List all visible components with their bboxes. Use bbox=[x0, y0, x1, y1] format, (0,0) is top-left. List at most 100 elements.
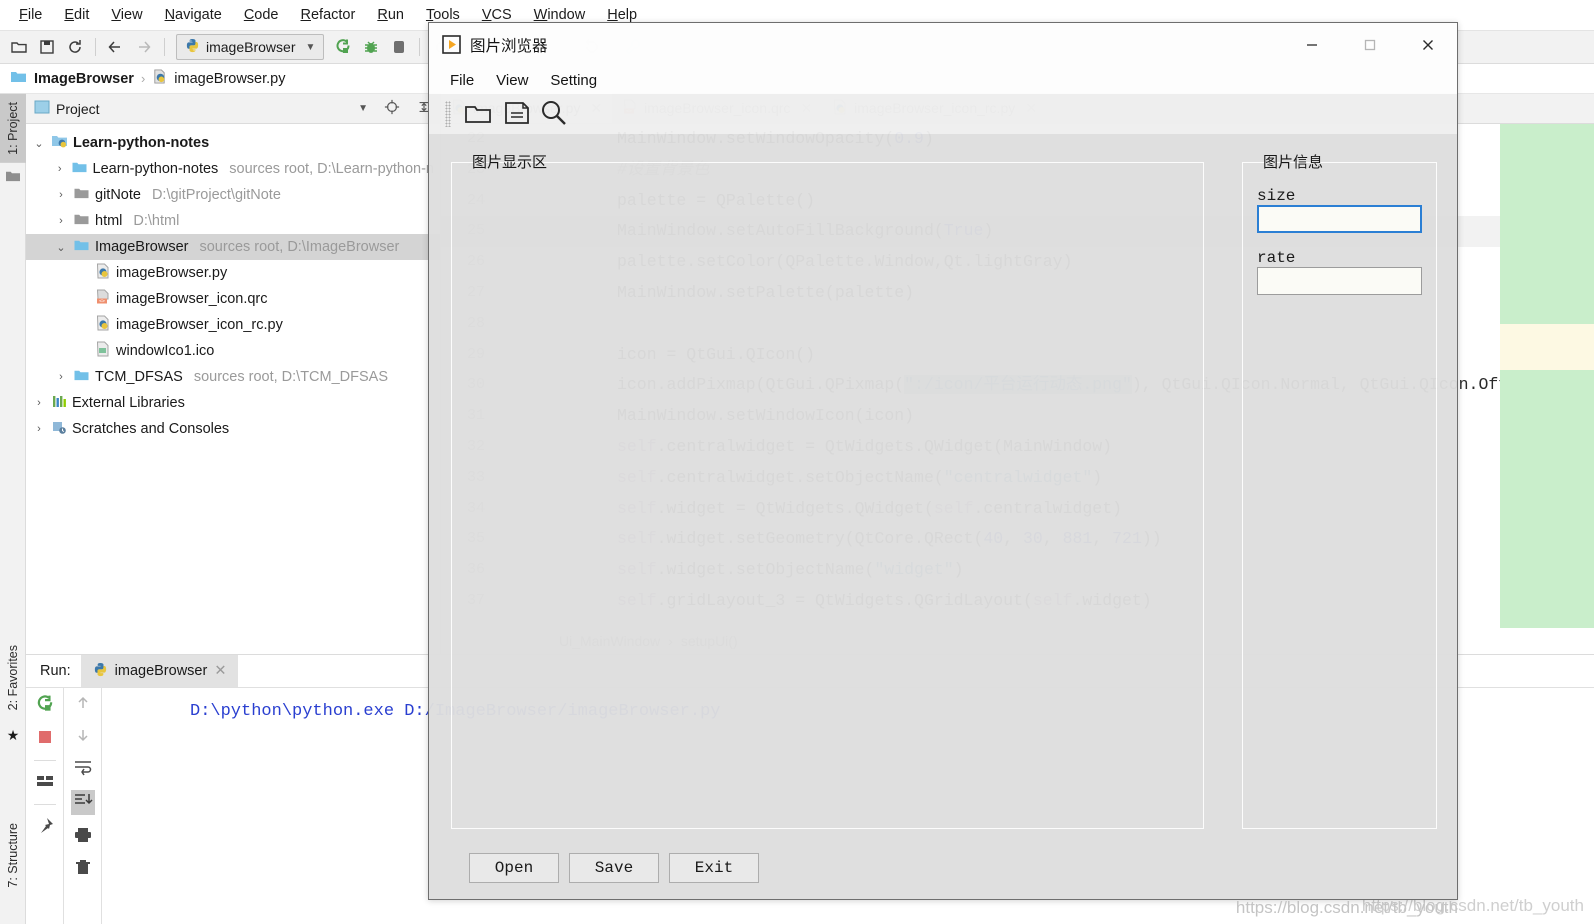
run-tab-imagebrowser[interactable]: imageBrowser ✕ bbox=[80, 655, 239, 687]
tree-item-meta: D:\html bbox=[133, 213, 180, 229]
tree-item[interactable]: › html D:\html bbox=[26, 208, 440, 234]
menu-view[interactable]: View bbox=[100, 4, 153, 26]
breadcrumb-file[interactable]: imageBrowser.py bbox=[174, 71, 285, 87]
tree-item-label: imageBrowser.py bbox=[116, 265, 228, 281]
tree-item[interactable]: imageBrowser.py bbox=[26, 260, 440, 286]
dialog-menu-view[interactable]: View bbox=[485, 70, 539, 91]
open-button[interactable]: Open bbox=[469, 853, 559, 883]
scroll-down-icon[interactable] bbox=[74, 726, 92, 747]
pin-icon[interactable] bbox=[35, 816, 55, 839]
python-icon bbox=[185, 38, 200, 56]
tree-item[interactable]: › gitNote D:\gitProject\gitNote bbox=[26, 182, 440, 208]
tree-item-meta: sources root, D:\Learn-python-n bbox=[229, 161, 434, 177]
tree-item-label: imageBrowser_icon.qrc bbox=[116, 291, 268, 307]
toolbar-divider-2 bbox=[164, 38, 165, 56]
blue-folder-icon bbox=[73, 368, 90, 386]
blue-folder-icon bbox=[71, 160, 88, 178]
dialog-menu-setting[interactable]: Setting bbox=[539, 70, 608, 91]
menu-code[interactable]: Code bbox=[233, 4, 290, 26]
scroll-to-end-icon[interactable] bbox=[70, 790, 95, 815]
rail-tab-favorites[interactable]: 2: Favorites bbox=[0, 637, 26, 718]
tree-item[interactable]: ⌄ ImageBrowser sources root, D:\ImageBro… bbox=[26, 234, 440, 260]
sync-icon[interactable] bbox=[62, 34, 88, 60]
exit-button[interactable]: Exit bbox=[669, 853, 759, 883]
breadcrumb-project[interactable]: ImageBrowser bbox=[34, 71, 134, 87]
tree-item-label: windowIco1.ico bbox=[116, 343, 215, 359]
run-icon[interactable] bbox=[330, 34, 356, 60]
rail-tab-project[interactable]: 1: Project bbox=[0, 94, 26, 163]
console-icon[interactable] bbox=[35, 772, 55, 793]
chevron-right-icon[interactable]: › bbox=[32, 423, 46, 435]
libraries-icon bbox=[51, 394, 67, 413]
tree-item[interactable]: windowIco1.ico bbox=[26, 338, 440, 364]
gray-folder-icon bbox=[73, 186, 90, 204]
save-icon[interactable] bbox=[503, 100, 530, 129]
menu-navigate[interactable]: Navigate bbox=[154, 4, 233, 26]
scroll-up-icon[interactable] bbox=[74, 694, 92, 715]
close-button[interactable] bbox=[1399, 23, 1457, 66]
open-folder-icon[interactable] bbox=[6, 34, 32, 60]
maximize-button[interactable] bbox=[1341, 23, 1399, 66]
debug-icon[interactable] bbox=[358, 34, 384, 60]
chevron-right-icon[interactable]: › bbox=[32, 397, 46, 409]
chevron-down-icon[interactable]: ▼ bbox=[305, 42, 315, 53]
tree-item[interactable]: imageBrowser_icon_rc.py bbox=[26, 312, 440, 338]
save-button[interactable]: Save bbox=[569, 853, 659, 883]
dialog-content: 图片显示区 图片信息 size rate Open Save Exit bbox=[429, 134, 1457, 899]
dialog-menu-file[interactable]: File bbox=[439, 70, 485, 91]
python-file-icon bbox=[152, 69, 167, 88]
rerun-icon[interactable] bbox=[35, 694, 55, 717]
close-icon[interactable]: ✕ bbox=[214, 663, 226, 679]
print-icon[interactable] bbox=[73, 826, 93, 847]
trash-icon[interactable] bbox=[74, 858, 92, 879]
size-input[interactable] bbox=[1257, 205, 1422, 233]
coverage-icon[interactable] bbox=[386, 34, 412, 60]
dialog-title: 图片浏览器 bbox=[470, 37, 548, 55]
toolbar-drag-handle[interactable] bbox=[445, 101, 451, 127]
zoom-search-icon[interactable] bbox=[540, 99, 568, 129]
blue-folder-icon bbox=[10, 69, 27, 88]
image-browser-dialog[interactable]: 图片浏览器 File View Setting 图片显示区 图片信息 size … bbox=[428, 22, 1458, 900]
toolbar-divider bbox=[95, 38, 96, 56]
minimize-button[interactable] bbox=[1283, 23, 1341, 66]
menu-refactor[interactable]: Refactor bbox=[290, 4, 367, 26]
dialog-toolbar bbox=[429, 94, 1457, 134]
size-field-label: size bbox=[1257, 187, 1296, 205]
chevron-right-icon[interactable]: › bbox=[54, 189, 68, 201]
chevron-right-icon[interactable]: › bbox=[54, 215, 68, 227]
run-scroll-column bbox=[64, 688, 102, 924]
save-all-icon[interactable] bbox=[34, 34, 60, 60]
chevron-right-icon[interactable]: › bbox=[54, 371, 68, 383]
tree-item[interactable]: › TCM_DFSAS sources root, D:\TCM_DFSAS bbox=[26, 364, 440, 390]
soft-wrap-icon[interactable] bbox=[73, 758, 93, 779]
tree-item[interactable]: › Scratches and Consoles bbox=[26, 416, 440, 442]
forward-arrow-icon[interactable] bbox=[131, 34, 157, 60]
scratches-icon bbox=[51, 420, 67, 439]
open-folder-icon[interactable] bbox=[463, 100, 493, 129]
tree-item[interactable]: <> imageBrowser_icon.qrc bbox=[26, 286, 440, 312]
tree-item[interactable]: › External Libraries bbox=[26, 390, 440, 416]
rate-input[interactable] bbox=[1257, 267, 1422, 295]
back-arrow-icon[interactable] bbox=[103, 34, 129, 60]
locate-target-icon[interactable] bbox=[384, 99, 400, 118]
dialog-menubar[interactable]: File View Setting bbox=[429, 66, 1457, 94]
stop-icon[interactable] bbox=[36, 728, 54, 749]
menu-file[interactable]: File bbox=[8, 4, 53, 26]
chevron-down-icon[interactable]: ⌄ bbox=[32, 137, 46, 150]
chevron-right-icon[interactable]: › bbox=[54, 163, 66, 175]
project-tree[interactable]: ⌄ Learn-python-notes › Learn-python-note… bbox=[26, 124, 440, 442]
image-info-groupbox-title: 图片信息 bbox=[1263, 154, 1324, 171]
dialog-titlebar[interactable]: 图片浏览器 bbox=[429, 23, 1457, 66]
tree-item[interactable]: ⌄ Learn-python-notes bbox=[26, 130, 440, 156]
run-configuration-selector[interactable]: imageBrowser ▼ bbox=[176, 34, 325, 60]
chevron-down-icon[interactable]: ⌄ bbox=[54, 241, 68, 254]
diff-modified-region bbox=[1500, 324, 1594, 370]
chevron-down-icon[interactable]: ▼ bbox=[358, 103, 368, 114]
python-icon bbox=[93, 662, 108, 681]
rail-tab-structure[interactable]: 7: Structure bbox=[0, 815, 26, 896]
menu-edit[interactable]: Edit bbox=[53, 4, 100, 26]
tree-item-label: TCM_DFSAS bbox=[95, 369, 183, 385]
tree-item[interactable]: › Learn-python-notes sources root, D:\Le… bbox=[26, 156, 440, 182]
menu-run[interactable]: Run bbox=[366, 4, 415, 26]
tree-item-label: imageBrowser_icon_rc.py bbox=[116, 317, 283, 333]
